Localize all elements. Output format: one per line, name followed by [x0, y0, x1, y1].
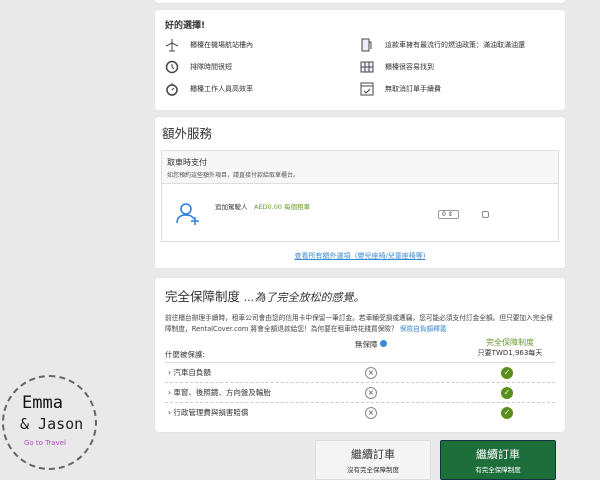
feature-item: 櫃檯在機場航站樓內 — [165, 37, 360, 53]
feature-item: 無取消訂單手續費 — [360, 81, 555, 97]
good-choice-card: 好的選擇! 櫃檯在機場航站樓內 這款車擁有最流行的燃油政策：滿油取滿油還 排隊時… — [155, 10, 565, 110]
airplane-icon — [165, 39, 179, 52]
map-icon — [360, 61, 374, 73]
cross-icon: × — [365, 367, 377, 379]
feature-item: 這款車擁有最流行的燃油政策：滿油取滿油還 — [360, 37, 555, 53]
cross-icon: × — [365, 407, 377, 419]
good-choice-title: 好的選擇! — [165, 21, 206, 31]
clock-icon — [165, 60, 179, 74]
extra-driver-row: 追加駕駛人 AED0.00 每個租車 0 ⇕ — [162, 184, 558, 242]
feature-item: 排隊時間很短 — [165, 59, 360, 75]
check-icon: ✓ — [501, 367, 513, 379]
pay-at-pickup-box: 取車時支付如您預約這些額外項目，請直接付款給取車櫃台。 追加駕駛人 AED0.0… — [161, 150, 559, 242]
add-user-icon — [176, 203, 199, 225]
feature-item: 櫃檯很容易找到 — [360, 59, 555, 75]
cover-title: 完全保障制度 ...為了完全放松的感覺。 — [165, 289, 365, 304]
info-icon[interactable] — [379, 340, 387, 347]
full-cover-price: 只要TWD1,963每天 — [477, 349, 543, 357]
cross-icon: × — [365, 387, 377, 399]
pay-desc: 如您預約這些額外項目，請直接付款給取車櫃台。 — [167, 172, 300, 179]
table-row[interactable]: › 汽車自負額 × ✓ — [165, 363, 555, 383]
full-cover-card: 完全保障制度 ...為了完全放松的感覺。 前往櫃台辦理手續時，租車公司會由您的信… — [155, 278, 565, 432]
pay-title: 取車時支付 — [167, 158, 207, 167]
extra-driver-price: AED0.00 每個租車 — [254, 203, 311, 211]
extra-driver-checkbox[interactable] — [482, 211, 489, 218]
table-row[interactable]: › 車窗、後照鏡、方向盤及輪胎 × ✓ — [165, 383, 555, 403]
check-icon: ✓ — [501, 407, 513, 419]
cover-description: 前往櫃台辦理手續時，租車公司會由您的信用卡中保留一筆訂金。若車輛受損或遭竊，您可… — [165, 314, 553, 333]
feature-item: 櫃檯工作人員高效率 — [165, 81, 360, 97]
fuel-pump-icon — [361, 38, 372, 52]
previous-card — [155, 0, 565, 3]
extra-driver-label: 追加駕駛人 — [215, 203, 248, 211]
continue-with-cover-button[interactable]: 繼續訂車 有完全保障制度 — [440, 440, 556, 480]
continue-without-cover-button[interactable]: 繼續訂車 沒有完全保障制度 — [315, 440, 431, 480]
quantity-select[interactable]: 0 ⇕ — [438, 210, 459, 219]
check-icon: ✓ — [501, 387, 513, 399]
no-cover-header: 無保障 — [355, 339, 387, 350]
full-cover-header: 完全保障制度 — [486, 338, 534, 347]
excess-explained-link[interactable]: 保險自負額釋義 — [400, 325, 447, 333]
extras-card: 額外服務 取車時支付如您預約這些額外項目，請直接付款給取車櫃台。 追加駕駛人 A… — [155, 117, 565, 268]
extras-title: 額外服務 — [162, 126, 213, 141]
what-covered-label: 什麼被保護: — [165, 350, 206, 359]
calendar-check-icon — [360, 82, 374, 96]
table-row[interactable]: › 行政管理費與損害賠償 × ✓ — [165, 403, 555, 423]
view-all-extras-link[interactable]: 查看所有額外選項（嬰兒座椅/兒童座椅等) — [161, 251, 559, 261]
stopwatch-icon — [166, 83, 178, 96]
watermark-logo: Emma & Jason Go to Travel — [2, 375, 97, 470]
